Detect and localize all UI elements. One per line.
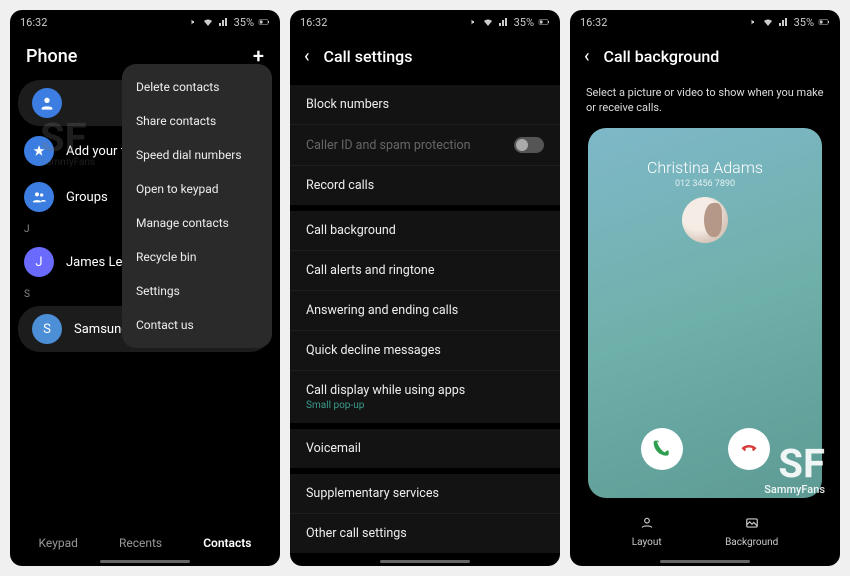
battery-icon <box>818 16 830 28</box>
row-caller-id[interactable]: Caller ID and spam protection <box>290 125 560 166</box>
nav-handle[interactable] <box>100 560 190 563</box>
call-preview[interactable]: Christina Adams 012 3456 7890 <box>588 128 822 498</box>
row-call-alerts[interactable]: Call alerts and ringtone <box>290 251 560 291</box>
battery-icon <box>538 16 550 28</box>
wifi-icon <box>762 16 774 28</box>
row-answering[interactable]: Answering and ending calls <box>290 291 560 331</box>
caller-id-toggle[interactable] <box>514 137 544 153</box>
page-title: Phone <box>26 46 77 67</box>
status-indicators: 35% <box>466 16 550 29</box>
nav-handle[interactable] <box>660 560 750 563</box>
groups-label: Groups <box>66 190 108 205</box>
menu-settings[interactable]: Settings <box>122 274 272 308</box>
person-outline-icon <box>632 516 662 534</box>
signal-icon <box>218 16 230 28</box>
mute-icon <box>466 16 478 28</box>
image-icon <box>725 516 778 534</box>
battery-icon <box>258 16 270 28</box>
menu-delete[interactable]: Delete contacts <box>122 70 272 104</box>
bottom-tabs: Keypad Recents Contacts <box>10 528 280 558</box>
background-button[interactable]: Background <box>725 516 778 548</box>
row-voicemail[interactable]: Voicemail <box>290 429 560 468</box>
row-call-display[interactable]: Call display while using apps Small pop-… <box>290 371 560 423</box>
accept-call-button[interactable] <box>641 428 683 470</box>
description-text: Select a picture or video to show when y… <box>570 79 840 128</box>
row-block-numbers[interactable]: Block numbers <box>290 85 560 125</box>
phone-screen-call-settings: 16:32 35% ‹ Call settings Block numbers … <box>290 10 560 566</box>
tab-recents[interactable]: Recents <box>119 536 162 550</box>
battery-text: 35% <box>234 16 254 29</box>
decline-call-button[interactable] <box>728 428 770 470</box>
wifi-icon <box>202 16 214 28</box>
status-bar: 16:32 35% <box>570 10 840 34</box>
tab-keypad[interactable]: Keypad <box>39 536 78 550</box>
call-buttons <box>588 428 822 470</box>
menu-speed-dial[interactable]: Speed dial numbers <box>122 138 272 172</box>
section-blocking: Block numbers Caller ID and spam protect… <box>290 85 560 205</box>
menu-contact-us[interactable]: Contact us <box>122 308 272 342</box>
row-record-calls[interactable]: Record calls <box>290 166 560 205</box>
row-other-settings[interactable]: Other call settings <box>290 514 560 553</box>
avatar-s: S <box>32 314 62 344</box>
section-voicemail: Voicemail <box>290 429 560 468</box>
status-bar: 16:32 35% <box>10 10 280 34</box>
status-time: 16:32 <box>300 16 327 29</box>
background-header: ‹ Call background <box>570 34 840 79</box>
layout-button[interactable]: Layout <box>632 516 662 548</box>
avatar-j: J <box>24 247 54 277</box>
phone-screen-call-background: 16:32 35% ‹ Call background Select a pic… <box>570 10 840 566</box>
battery-text: 35% <box>514 16 534 29</box>
battery-text: 35% <box>794 16 814 29</box>
group-icon <box>24 182 54 212</box>
phone-decline-icon <box>739 439 759 459</box>
section-other: Supplementary services Other call settin… <box>290 474 560 553</box>
caller-name: Christina Adams <box>588 158 822 177</box>
overflow-menu: Delete contacts Share contacts Speed dia… <box>122 64 272 348</box>
phone-accept-icon <box>652 439 672 459</box>
bottom-actions: Layout Background <box>570 516 840 548</box>
row-supplementary[interactable]: Supplementary services <box>290 474 560 514</box>
caller-photo <box>682 197 728 243</box>
menu-recycle[interactable]: Recycle bin <box>122 240 272 274</box>
page-title: Call settings <box>324 47 413 66</box>
star-icon <box>24 136 54 166</box>
status-bar: 16:32 35% <box>290 10 560 34</box>
caller-number: 012 3456 7890 <box>588 179 822 189</box>
person-icon <box>32 88 62 118</box>
nav-handle[interactable] <box>380 560 470 563</box>
mute-icon <box>746 16 758 28</box>
status-time: 16:32 <box>20 16 47 29</box>
status-time: 16:32 <box>580 16 607 29</box>
call-display-sub: Small pop-up <box>306 400 465 411</box>
signal-icon <box>778 16 790 28</box>
page-title: Call background <box>604 47 720 66</box>
signal-icon <box>498 16 510 28</box>
mute-icon <box>186 16 198 28</box>
back-button[interactable]: ‹ <box>304 46 310 67</box>
menu-open-keypad[interactable]: Open to keypad <box>122 172 272 206</box>
settings-header: ‹ Call settings <box>290 34 560 79</box>
back-button[interactable]: ‹ <box>584 46 590 67</box>
phone-screen-contacts: 16:32 35% Phone + SFSammyFans Add your f… <box>10 10 280 566</box>
row-decline-messages[interactable]: Quick decline messages <box>290 331 560 371</box>
status-indicators: 35% <box>186 16 270 29</box>
status-indicators: 35% <box>746 16 830 29</box>
menu-share[interactable]: Share contacts <box>122 104 272 138</box>
section-call-options: Call background Call alerts and ringtone… <box>290 211 560 423</box>
tab-contacts[interactable]: Contacts <box>203 536 251 550</box>
wifi-icon <box>482 16 494 28</box>
menu-manage[interactable]: Manage contacts <box>122 206 272 240</box>
row-call-background[interactable]: Call background <box>290 211 560 251</box>
